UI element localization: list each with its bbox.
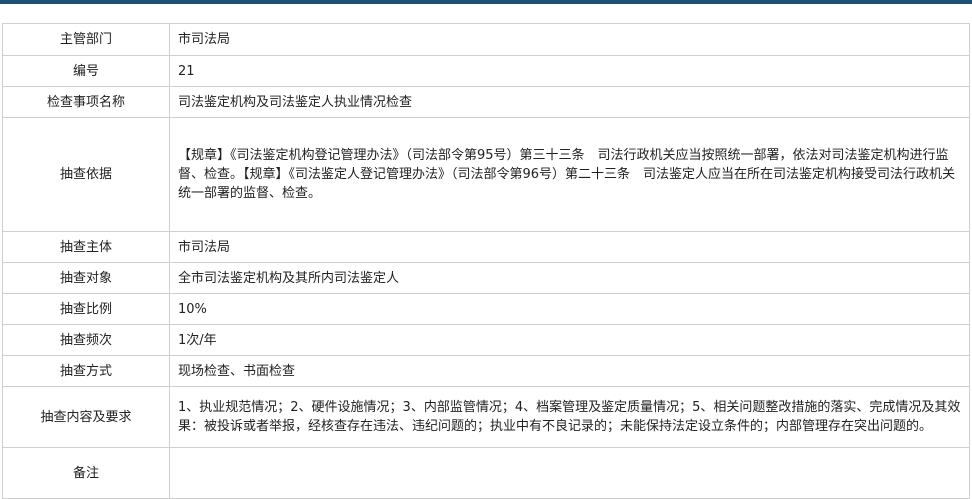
row-label: 备注: [2, 447, 170, 499]
row-value: 1次/年: [169, 324, 970, 356]
row-label: 主管部门: [2, 23, 170, 56]
row-label: 抽查频次: [2, 324, 170, 356]
table-row-target: 抽查对象 全市司法鉴定机构及其所内司法鉴定人: [2, 262, 970, 294]
row-label: 编号: [2, 55, 170, 87]
row-label: 检查事项名称: [2, 86, 170, 118]
row-value: [169, 447, 970, 499]
table-row-ratio: 抽查比例 10%: [2, 293, 970, 325]
inspection-info-table: 主管部门 市司法局 编号 21 检查事项名称 司法鉴定机构及司法鉴定人执业情况检…: [2, 23, 970, 499]
row-label: 抽查方式: [2, 355, 170, 387]
table-row-frequency: 抽查频次 1次/年: [2, 324, 970, 356]
table-row-item-name: 检查事项名称 司法鉴定机构及司法鉴定人执业情况检查: [2, 86, 970, 118]
row-value: 10%: [169, 293, 970, 325]
row-value: 【规章】《司法鉴定机构登记管理办法》（司法部令第95号）第三十三条 司法行政机关…: [169, 117, 970, 232]
row-label: 抽查比例: [2, 293, 170, 325]
row-value: 司法鉴定机构及司法鉴定人执业情况检查: [169, 86, 970, 118]
row-label: 抽查主体: [2, 231, 170, 263]
row-value: 市司法局: [169, 23, 970, 56]
table-row-method: 抽查方式 现场检查、书面检查: [2, 355, 970, 387]
table-row-subject: 抽查主体 市司法局: [2, 231, 970, 263]
table-row-number: 编号 21: [2, 55, 970, 87]
table-row-department: 主管部门 市司法局: [2, 23, 970, 56]
row-value: 全市司法鉴定机构及其所内司法鉴定人: [169, 262, 970, 294]
table-row-remarks: 备注: [2, 447, 970, 499]
row-value: 21: [169, 55, 970, 87]
row-value: 1、执业规范情况；2、硬件设施情况；3、内部监管情况；4、档案管理及鉴定质量情况…: [169, 386, 970, 448]
table-row-basis: 抽查依据 【规章】《司法鉴定机构登记管理办法》（司法部令第95号）第三十三条 司…: [2, 117, 970, 232]
row-value: 现场检查、书面检查: [169, 355, 970, 387]
table-row-content: 抽查内容及要求 1、执业规范情况；2、硬件设施情况；3、内部监管情况；4、档案管…: [2, 386, 970, 448]
row-label: 抽查依据: [2, 117, 170, 232]
top-accent-bar: [0, 0, 972, 4]
row-value: 市司法局: [169, 231, 970, 263]
row-label: 抽查内容及要求: [2, 386, 170, 448]
row-label: 抽查对象: [2, 262, 170, 294]
